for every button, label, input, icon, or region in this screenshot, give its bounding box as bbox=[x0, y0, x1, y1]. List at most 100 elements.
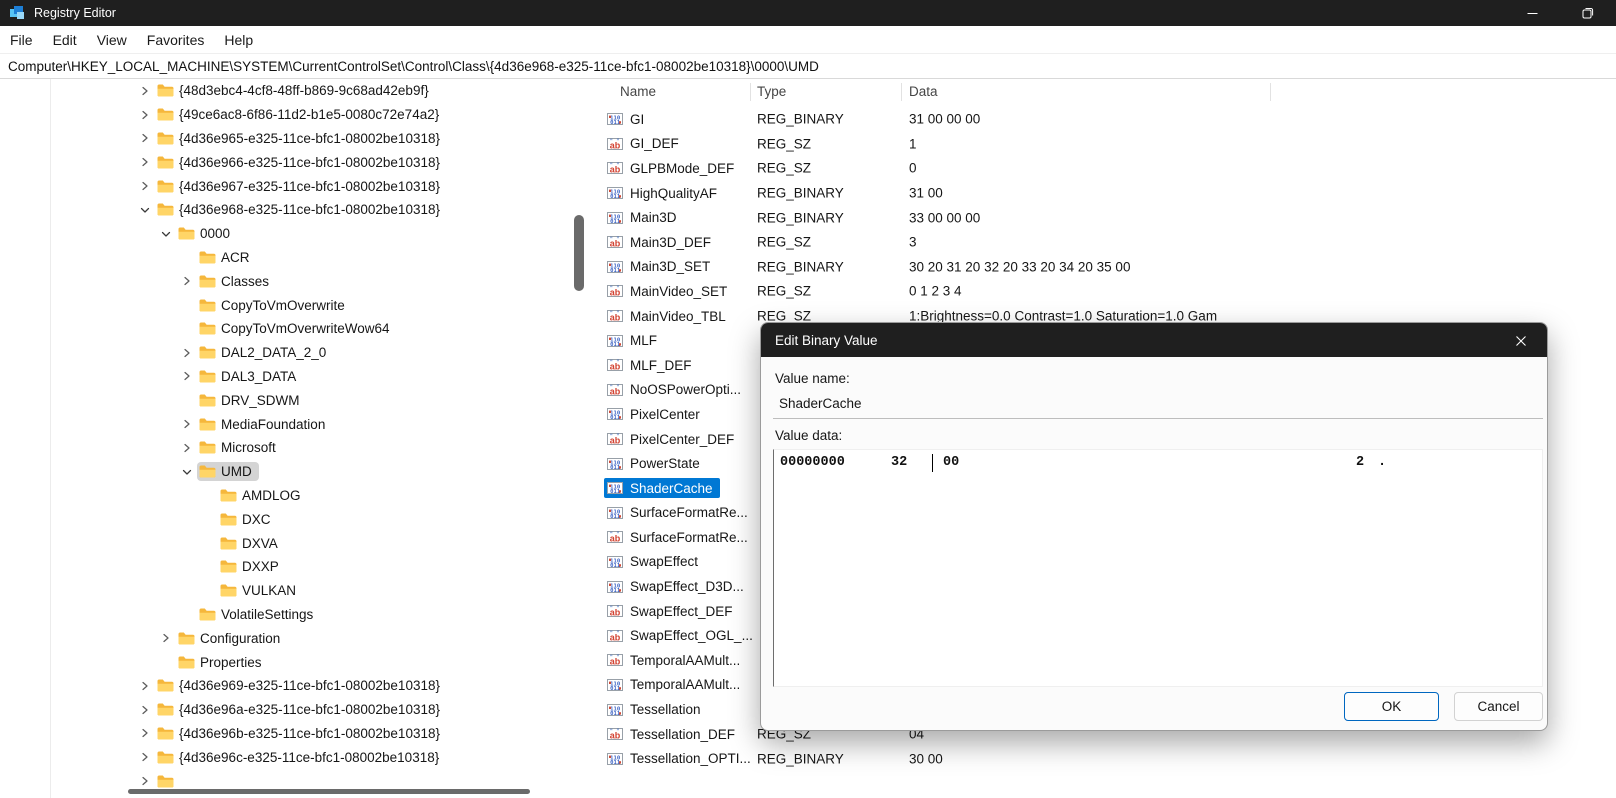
tree-item[interactable]: {4d36e96a-e325-11ce-bfc1-08002be10318} bbox=[0, 698, 592, 722]
value-name-cell[interactable]: 110011SwapEffect bbox=[604, 552, 705, 572]
value-name-cell[interactable]: “”abTessellation_DEF bbox=[604, 724, 742, 744]
chevron-down-icon[interactable] bbox=[176, 466, 197, 478]
column-header-type[interactable]: Type bbox=[757, 84, 786, 99]
tree-key[interactable]: {4d36e96a-e325-11ce-bfc1-08002be10318} bbox=[155, 700, 447, 719]
tree-key[interactable]: Configuration bbox=[176, 629, 287, 648]
tree-item[interactable]: CopyToVmOverwrite bbox=[0, 293, 592, 317]
value-name-cell[interactable]: “”abMainVideo_SET bbox=[604, 281, 734, 301]
tree-key[interactable]: {4d36e96b-e325-11ce-bfc1-08002be10318} bbox=[155, 724, 447, 743]
value-name-cell[interactable]: 110011SurfaceFormatRe... bbox=[604, 503, 755, 523]
value-name-cell[interactable]: 110011ShaderCache bbox=[604, 478, 720, 498]
column-divider[interactable] bbox=[1270, 83, 1271, 101]
tree-item[interactable]: {4d36e96b-e325-11ce-bfc1-08002be10318} bbox=[0, 722, 592, 746]
value-name-cell[interactable]: “”abNoOSPowerOpti... bbox=[604, 380, 748, 400]
tree-key[interactable]: {4d36e968-e325-11ce-bfc1-08002be10318} bbox=[155, 200, 447, 219]
value-name-cell[interactable]: “”abGLPBMode_DEF bbox=[604, 158, 741, 178]
tree-item[interactable]: CopyToVmOverwriteWow64 bbox=[0, 317, 592, 341]
value-name-cell[interactable]: “”abPixelCenter_DEF bbox=[604, 429, 741, 449]
value-name-cell[interactable]: 110011GI bbox=[604, 109, 651, 129]
tree-item[interactable]: DXC bbox=[0, 507, 592, 531]
tree-key[interactable]: Microsoft bbox=[197, 438, 283, 457]
tree-item[interactable]: MediaFoundation bbox=[0, 412, 592, 436]
tree-key[interactable]: MediaFoundation bbox=[197, 415, 332, 434]
tree-key[interactable]: DAL3_DATA bbox=[197, 367, 303, 386]
table-row[interactable]: 110011HighQualityAFREG_BINARY31 00 bbox=[592, 181, 1616, 206]
chevron-right-icon[interactable] bbox=[134, 109, 155, 121]
value-name-cell[interactable]: “”abGI_DEF bbox=[604, 134, 686, 154]
table-row[interactable]: “”abMainVideo_SETREG_SZ0 1 2 3 4 bbox=[592, 279, 1616, 304]
chevron-right-icon[interactable] bbox=[134, 156, 155, 168]
table-row[interactable]: 110011Main3D_SETREG_BINARY30 20 31 20 32… bbox=[592, 255, 1616, 280]
value-name-cell[interactable]: 110011HighQualityAF bbox=[604, 183, 724, 203]
value-name-cell[interactable]: 110011PowerState bbox=[604, 454, 707, 474]
tree-item[interactable]: {4d36e969-e325-11ce-bfc1-08002be10318} bbox=[0, 674, 592, 698]
tree-item[interactable]: {48d3ebc4-4cf8-48ff-b869-9c68ad42eb9f} bbox=[0, 79, 592, 103]
table-row[interactable]: “”abGLPBMode_DEFREG_SZ0 bbox=[592, 156, 1616, 181]
table-row[interactable]: 110011Tessellation_OPTI...REG_BINARY30 0… bbox=[592, 746, 1616, 771]
chevron-right-icon[interactable] bbox=[155, 632, 176, 644]
tree-item[interactable]: DAL3_DATA bbox=[0, 365, 592, 389]
value-name-cell[interactable]: “”abSwapEffect_OGL_... bbox=[604, 626, 760, 646]
menu-favorites[interactable]: Favorites bbox=[137, 28, 215, 52]
table-row[interactable]: “”abMain3D_DEFREG_SZ3 bbox=[592, 230, 1616, 255]
value-data-hex-editor[interactable]: 00000000 32 00 2 . bbox=[773, 449, 1543, 687]
tree-item[interactable]: DAL2_DATA_2_0 bbox=[0, 341, 592, 365]
chevron-right-icon[interactable] bbox=[134, 85, 155, 97]
column-header-name[interactable]: Name bbox=[620, 84, 656, 99]
chevron-right-icon[interactable] bbox=[176, 418, 197, 430]
value-name-cell[interactable]: 110011PixelCenter bbox=[604, 404, 707, 424]
menu-view[interactable]: View bbox=[87, 28, 137, 52]
table-row[interactable]: 110011Main3DREG_BINARY33 00 00 00 bbox=[592, 205, 1616, 230]
tree-item[interactable]: {4d36e968-e325-11ce-bfc1-08002be10318} bbox=[0, 198, 592, 222]
tree-item[interactable]: 0000 bbox=[0, 222, 592, 246]
tree-item[interactable]: ACR bbox=[0, 246, 592, 270]
ok-button[interactable]: OK bbox=[1344, 692, 1439, 721]
selected-tree-key[interactable]: UMD bbox=[197, 462, 259, 481]
cancel-button[interactable]: Cancel bbox=[1454, 692, 1543, 721]
tree-key[interactable]: Classes bbox=[197, 272, 276, 291]
chevron-right-icon[interactable] bbox=[134, 132, 155, 144]
chevron-right-icon[interactable] bbox=[134, 680, 155, 692]
tree-item[interactable]: VULKAN bbox=[0, 579, 592, 603]
chevron-right-icon[interactable] bbox=[176, 442, 197, 454]
menu-edit[interactable]: Edit bbox=[43, 28, 87, 52]
tree-key[interactable]: {48d3ebc4-4cf8-48ff-b869-9c68ad42eb9f} bbox=[155, 81, 436, 100]
dialog-close-button[interactable] bbox=[1503, 328, 1539, 353]
value-name-cell[interactable]: “”abMain3D_DEF bbox=[604, 232, 718, 252]
tree-item[interactable]: {4d36e967-e325-11ce-bfc1-08002be10318} bbox=[0, 174, 592, 198]
column-divider[interactable] bbox=[750, 83, 751, 101]
tree-key[interactable]: ACR bbox=[197, 248, 257, 267]
tree-item[interactable]: DRV_SDWM bbox=[0, 388, 592, 412]
tree-key[interactable]: DXC bbox=[218, 510, 278, 529]
value-name-cell[interactable]: “”abSwapEffect_DEF bbox=[604, 601, 740, 621]
tree-key[interactable]: VolatileSettings bbox=[197, 605, 320, 624]
tree-item[interactable]: Microsoft bbox=[0, 436, 592, 460]
tree-key[interactable]: AMDLOG bbox=[218, 486, 308, 505]
chevron-down-icon[interactable] bbox=[155, 228, 176, 240]
tree-item[interactable]: UMD bbox=[0, 460, 592, 484]
column-divider[interactable] bbox=[901, 83, 902, 101]
chevron-right-icon[interactable] bbox=[134, 727, 155, 739]
tree-item[interactable]: Properties bbox=[0, 650, 592, 674]
tree-key[interactable]: VULKAN bbox=[218, 581, 303, 600]
value-name-cell[interactable]: 110011MLF bbox=[604, 331, 664, 351]
tree-item[interactable]: Configuration bbox=[0, 626, 592, 650]
tree-key[interactable]: CopyToVmOverwrite bbox=[197, 296, 352, 315]
value-name-cell[interactable]: 110011TemporalAAMult... bbox=[604, 675, 747, 695]
tree-item[interactable]: {4d36e96c-e325-11ce-bfc1-08002be10318} bbox=[0, 745, 592, 769]
tree-key[interactable]: {4d36e966-e325-11ce-bfc1-08002be10318} bbox=[155, 153, 447, 172]
table-row[interactable]: “”abGI_DEFREG_SZ1 bbox=[592, 132, 1616, 157]
tree-key[interactable]: DRV_SDWM bbox=[197, 391, 307, 410]
tree-key[interactable]: {4d36e969-e325-11ce-bfc1-08002be10318} bbox=[155, 676, 447, 695]
value-name-cell[interactable]: “”abTemporalAAMult... bbox=[604, 650, 747, 670]
tree-item[interactable]: Classes bbox=[0, 269, 592, 293]
chevron-right-icon[interactable] bbox=[134, 180, 155, 192]
dialog-title-bar[interactable]: Edit Binary Value bbox=[761, 323, 1547, 357]
tree-key[interactable]: 0000 bbox=[176, 224, 237, 243]
chevron-right-icon[interactable] bbox=[134, 751, 155, 763]
address-bar[interactable]: Computer\HKEY_LOCAL_MACHINE\SYSTEM\Curre… bbox=[0, 53, 1616, 79]
menu-help[interactable]: Help bbox=[214, 28, 263, 52]
tree-key[interactable]: {4d36e965-e325-11ce-bfc1-08002be10318} bbox=[155, 129, 447, 148]
minimize-button[interactable] bbox=[1504, 0, 1560, 26]
value-name-cell[interactable]: “”abMLF_DEF bbox=[604, 355, 699, 375]
